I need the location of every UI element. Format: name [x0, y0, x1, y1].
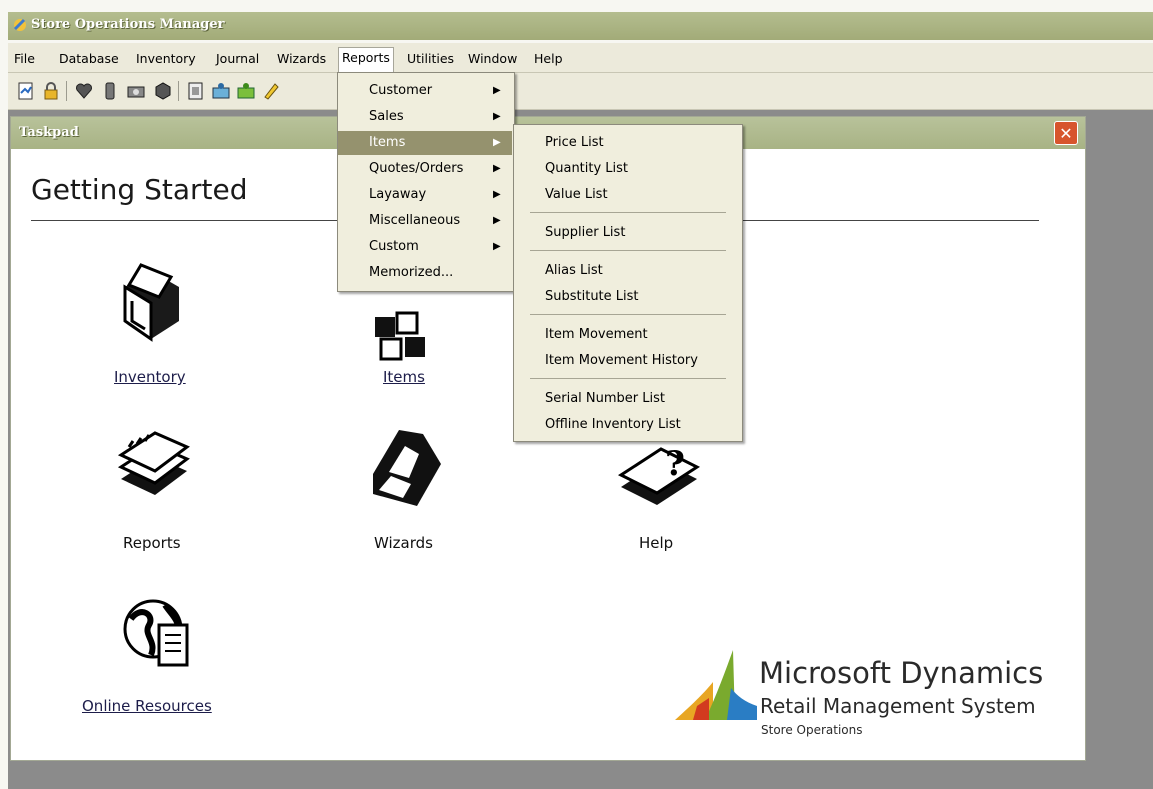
items-cubes-icon[interactable]	[367, 309, 437, 365]
menu-journal[interactable]: Journal	[213, 49, 262, 68]
close-button[interactable]: ✕	[1054, 121, 1078, 145]
inventory-box-icon[interactable]	[153, 81, 173, 101]
journal-icon[interactable]	[126, 81, 146, 101]
report-icon[interactable]	[16, 81, 36, 101]
toolbar	[8, 73, 1153, 110]
menu-item-sales[interactable]: Sales ▶	[338, 105, 512, 129]
brand-line-1: Microsoft Dynamics	[759, 656, 1044, 690]
svg-text:?: ?	[665, 444, 685, 484]
brand-line-3: Store Operations	[761, 723, 863, 737]
globe-document-icon[interactable]	[121, 595, 193, 673]
menu-item-item-movement-history[interactable]: Item Movement History	[545, 353, 698, 368]
menu-item-label: Memorized...	[369, 265, 454, 280]
menu-item-supplier-list[interactable]: Supplier List	[545, 225, 625, 240]
reports-label[interactable]: Reports	[123, 534, 181, 552]
menu-window[interactable]: Window	[465, 49, 520, 68]
menu-item-quotes-orders[interactable]: Quotes/Orders ▶	[338, 157, 512, 181]
menu-separator	[530, 212, 726, 213]
menu-item-memorized[interactable]: Memorized...	[338, 261, 512, 285]
toolbar-separator	[66, 81, 67, 101]
microsoft-dynamics-logo: Microsoft Dynamics Retail Management Sys…	[671, 644, 1051, 764]
menu-item-customer[interactable]: Customer ▶	[338, 79, 512, 103]
lock-icon[interactable]	[41, 81, 61, 101]
inventory-link[interactable]: Inventory	[114, 368, 186, 386]
menu-inventory[interactable]: Inventory	[133, 49, 199, 68]
menu-item-miscellaneous[interactable]: Miscellaneous ▶	[338, 209, 512, 233]
inventory-box-icon[interactable]	[115, 259, 187, 347]
submenu-arrow-icon: ▶	[493, 189, 501, 200]
menu-file[interactable]: File	[11, 49, 38, 68]
menu-database[interactable]: Database	[56, 49, 122, 68]
menu-item-label: Sales	[369, 109, 404, 124]
menu-item-items[interactable]: Items ▶	[338, 131, 512, 155]
menu-utilities[interactable]: Utilities	[404, 49, 457, 68]
wizards-steps-icon[interactable]	[369, 424, 445, 508]
menu-item-label: Miscellaneous	[369, 213, 461, 228]
menu-item-quantity-list[interactable]: Quantity List	[545, 161, 628, 176]
menu-item-item-movement[interactable]: Item Movement	[545, 327, 648, 342]
help-label[interactable]: Help	[639, 534, 673, 552]
menu-item-substitute-list[interactable]: Substitute List	[545, 289, 639, 304]
menu-item-layaway[interactable]: Layaway ▶	[338, 183, 512, 207]
submenu-arrow-icon: ▶	[493, 137, 501, 148]
menu-item-label: Items	[369, 135, 406, 150]
taskpad-title: Taskpad	[19, 125, 79, 140]
menu-item-custom[interactable]: Custom ▶	[338, 235, 512, 259]
menu-help[interactable]: Help	[531, 49, 566, 68]
menu-reports[interactable]: Reports	[338, 47, 394, 72]
help-question-icon[interactable]: ?	[617, 441, 701, 509]
brand-line-2: Retail Management System	[760, 694, 1036, 718]
folder-green-icon[interactable]	[236, 81, 256, 101]
menu-item-label: Customer	[369, 83, 433, 98]
menu-bar: File Database Inventory Journal Wizards …	[8, 43, 1153, 73]
wizards-label[interactable]: Wizards	[374, 534, 433, 552]
pencil-icon[interactable]	[261, 81, 281, 101]
menu-item-value-list[interactable]: Value List	[545, 187, 608, 202]
items-submenu: Price List Quantity List Value List Supp…	[513, 124, 743, 442]
submenu-arrow-icon: ▶	[493, 111, 501, 122]
app-title: Store Operations Manager	[31, 17, 225, 32]
menu-wizards[interactable]: Wizards	[274, 49, 329, 68]
submenu-arrow-icon: ▶	[493, 163, 501, 174]
menu-item-label: Quotes/Orders	[369, 161, 464, 176]
heart-icon[interactable]	[74, 81, 94, 101]
submenu-arrow-icon: ▶	[493, 241, 501, 252]
close-icon: ✕	[1059, 124, 1073, 143]
items-link[interactable]: Items	[383, 368, 425, 386]
online-resources-link[interactable]: Online Resources	[82, 697, 212, 715]
menu-item-label: Custom	[369, 239, 419, 254]
menu-item-label: Layaway	[369, 187, 427, 202]
database-icon[interactable]	[100, 81, 120, 101]
menu-item-price-list[interactable]: Price List	[545, 135, 604, 150]
folder-user-icon[interactable]	[211, 81, 231, 101]
reports-books-icon[interactable]	[115, 427, 191, 505]
menu-separator	[530, 314, 726, 315]
app-titlebar: Store Operations Manager	[8, 12, 1153, 40]
submenu-arrow-icon: ▶	[493, 215, 501, 226]
reports-dropdown: Customer ▶ Sales ▶ Items ▶ Quotes/Orders…	[337, 72, 515, 292]
dynamics-logo-icon	[675, 650, 757, 720]
app-icon	[13, 18, 26, 31]
menu-item-offline-inventory-list[interactable]: Offline Inventory List	[545, 417, 681, 432]
menu-item-alias-list[interactable]: Alias List	[545, 263, 603, 278]
toolbar-separator	[178, 81, 179, 101]
menu-item-serial-number-list[interactable]: Serial Number List	[545, 391, 665, 406]
submenu-arrow-icon: ▶	[493, 85, 501, 96]
document-icon[interactable]	[186, 81, 206, 101]
menu-separator	[530, 378, 726, 379]
menu-separator	[530, 250, 726, 251]
page-title: Getting Started	[31, 173, 248, 206]
